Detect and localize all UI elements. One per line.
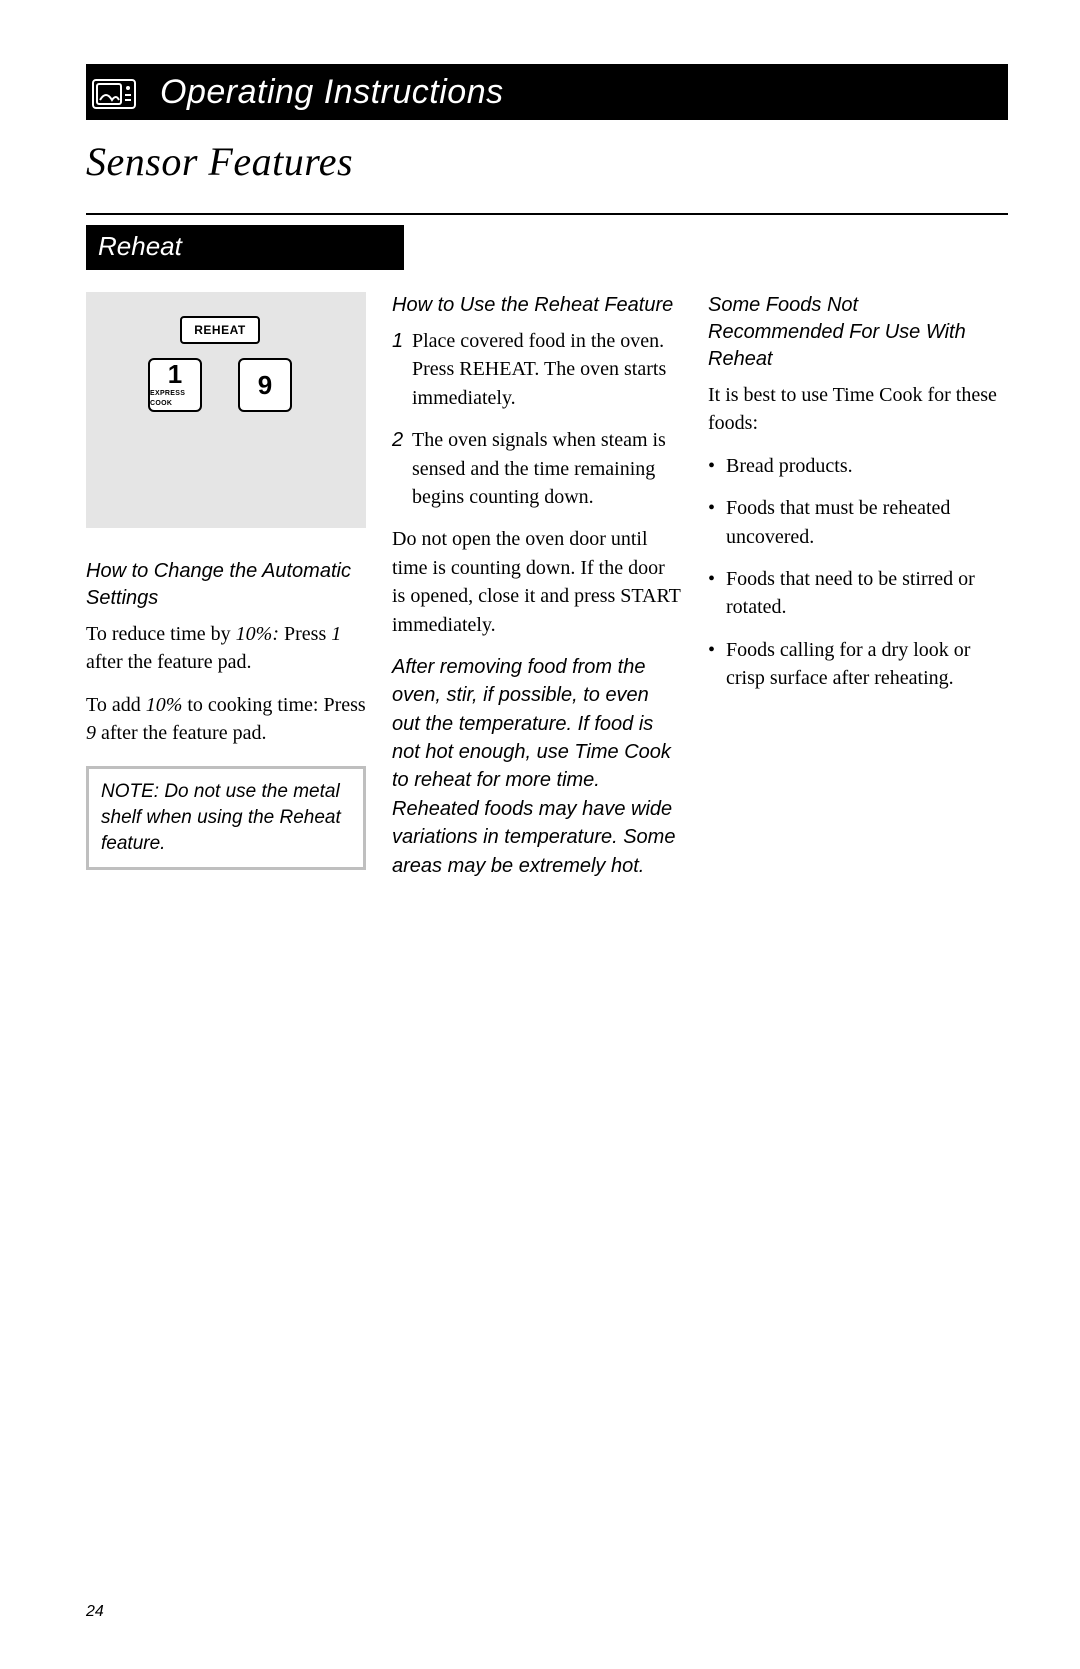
button-1-graphic: 1 EXPRESS COOK [148,358,202,412]
content-columns: REHEAT 1 EXPRESS COOK 9 How to Change th… [86,292,1008,894]
page-number: 24 [86,1603,104,1621]
button-1-number: 1 [168,361,182,387]
microwave-icon [86,64,142,120]
control-diagram: REHEAT 1 EXPRESS COOK 9 [86,292,366,528]
col2-subhead: How to Use the Reheat Feature [392,292,682,319]
page-title: Sensor Features [86,138,1008,185]
bullet-4: Foods calling for a dry look or crisp su… [708,636,998,693]
reheat-steps: 1 Place covered food in the oven. Press … [392,327,682,511]
column-3: Some Foods Not Recommended For Use With … [708,292,998,707]
col1-subhead: How to Change the Automatic Settings [86,558,366,612]
bullet-1: Bread products. [708,452,998,480]
reheat-button-graphic: REHEAT [180,316,259,344]
note-box: NOTE: Do not use the metal shelf when us… [86,766,366,871]
horizontal-rule [86,213,1008,215]
col1-p1: To reduce time by 10%: Press 1 after the… [86,620,366,677]
section-bar-reheat: Reheat [86,225,404,270]
col1-p2: To add 10% to cooking time: Press 9 afte… [86,691,366,748]
column-1: REHEAT 1 EXPRESS COOK 9 How to Change th… [86,292,366,870]
bullet-2: Foods that must be reheated uncovered. [708,494,998,551]
header-title: Operating Instructions [142,73,504,112]
col2-p3: Do not open the oven door until time is … [392,525,682,639]
col3-intro: It is best to use Time Cook for these fo… [708,381,998,438]
not-recommended-list: Bread products. Foods that must be rehea… [708,452,998,693]
column-2: How to Use the Reheat Feature 1 Place co… [392,292,682,894]
button-9-number: 9 [258,372,272,398]
step-1: 1 Place covered food in the oven. Press … [392,327,682,412]
button-1-sublabel: EXPRESS COOK [150,389,200,409]
col3-subhead: Some Foods Not Recommended For Use With … [708,292,998,373]
button-9-graphic: 9 [238,358,292,412]
step-2: 2 The oven signals when steam is sensed … [392,426,682,511]
header-bar: Operating Instructions [86,64,1008,120]
bullet-3: Foods that need to be stirred or rotated… [708,565,998,622]
col2-p4: After removing food from the oven, stir,… [392,653,682,880]
